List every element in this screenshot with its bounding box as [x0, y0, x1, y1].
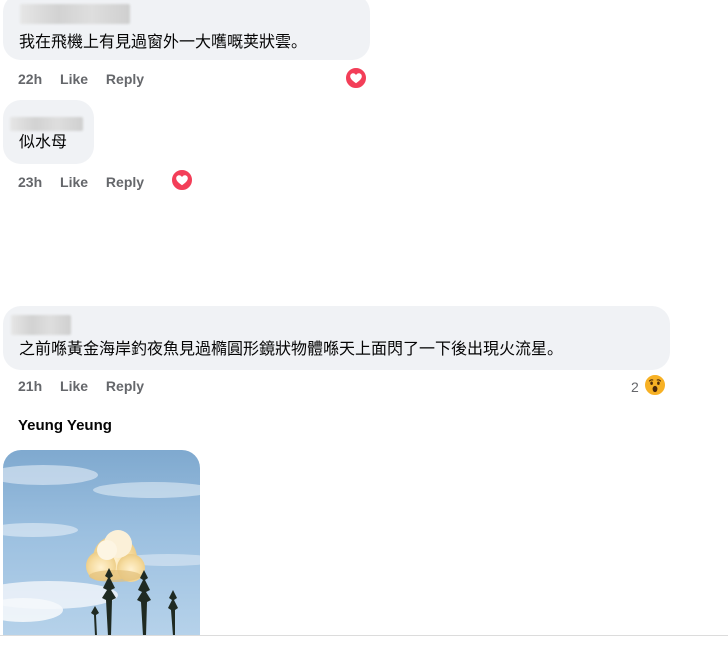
- comment-meta: 21h Like Reply: [18, 377, 144, 395]
- comment-meta: 22h Like Reply: [18, 70, 144, 88]
- comment-text: 之前喺黃金海岸釣夜魚見過橢圓形鏡狀物體喺天上面閃了一下後出現火流星。: [19, 339, 564, 358]
- comment-author[interactable]: Yeung Yeung: [18, 417, 112, 434]
- like-button[interactable]: Like: [60, 378, 88, 394]
- comment-timestamp[interactable]: 23h: [18, 174, 42, 190]
- redacted-author-name: [20, 4, 130, 24]
- comment-text: 似水母: [19, 132, 68, 151]
- comment-text: 我在飛機上有見過窗外一大嚿嘅荚狀雲。: [19, 32, 308, 51]
- like-button[interactable]: Like: [60, 174, 88, 190]
- comment-bubble: [3, 306, 670, 370]
- reply-button[interactable]: Reply: [106, 174, 144, 190]
- reply-button[interactable]: Reply: [106, 71, 144, 87]
- comment-timestamp[interactable]: 21h: [18, 378, 42, 394]
- wow-reaction-icon[interactable]: [643, 373, 667, 397]
- love-reaction-icon[interactable]: [344, 66, 368, 90]
- reply-button[interactable]: Reply: [106, 378, 144, 394]
- comment-meta: 23h Like Reply: [18, 173, 144, 191]
- redacted-author-name: [11, 315, 71, 335]
- comment-timestamp[interactable]: 22h: [18, 71, 42, 87]
- comment-photo[interactable]: [3, 450, 200, 636]
- redacted-author-name: [10, 117, 83, 131]
- like-button[interactable]: Like: [60, 71, 88, 87]
- reaction-count[interactable]: 2: [631, 378, 639, 396]
- divider: [0, 635, 728, 636]
- love-reaction-icon[interactable]: [170, 168, 194, 192]
